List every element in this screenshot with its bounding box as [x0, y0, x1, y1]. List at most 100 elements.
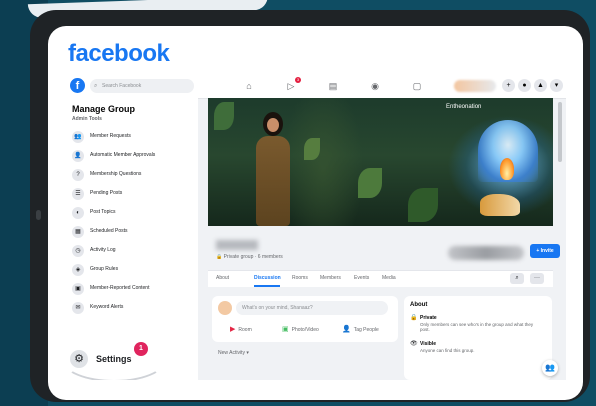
eye-icon: 👁 [410, 341, 418, 347]
sidebar-item-post-topics[interactable]: ◐ Post Topics [72, 206, 192, 220]
scheduled-posts-icon: ▦ [72, 226, 84, 238]
search-input[interactable]: ⌕ Search Facebook [90, 79, 194, 93]
cover-foliage [214, 102, 234, 130]
private-description: Only members can see who's in the group … [420, 322, 534, 332]
cover-person [248, 112, 298, 226]
cover-flame [500, 158, 514, 180]
sidebar-item-keyword-alerts[interactable]: ✉ Keyword Alerts [72, 301, 192, 315]
sidebar-item-label: Group Rules [90, 266, 119, 272]
tab-events[interactable]: Events [354, 275, 369, 281]
settings-button[interactable]: ⚙ Settings 1 [70, 342, 190, 372]
profile-button[interactable] [454, 80, 496, 92]
group-meta: 🔒 Private group · 6 members [216, 254, 283, 260]
keyword-alerts-icon: ✉ [72, 302, 84, 314]
sidebar-item-automatic-member-approvals[interactable]: 👤 Automatic Member Approvals [72, 149, 192, 163]
membership-questions-icon: ? [72, 169, 84, 181]
group-rules-icon: ◈ [72, 264, 84, 276]
sidebar-item-member-reported-content[interactable]: ▣ Member-Reported Content [72, 282, 192, 296]
gaming-icon[interactable]: ▢ [410, 79, 424, 93]
sidebar-item-label: Member-Reported Content [90, 285, 150, 291]
person-face [267, 118, 279, 132]
home-icon[interactable]: ⌂ [242, 79, 256, 93]
photo-video-label: Photo/Video [291, 327, 319, 333]
sidebar-item-label: Automatic Member Approvals [90, 152, 156, 158]
messenger-icon[interactable]: ● [518, 79, 531, 92]
post-composer: What's on your mind, Shanaaz? ▶ Room ▣ Pho… [212, 296, 398, 342]
gear-icon: ⚙ [70, 350, 88, 368]
search-group-icon[interactable]: ⌕ [510, 273, 524, 284]
tab-media[interactable]: Media [382, 275, 396, 281]
about-heading: About [410, 302, 428, 308]
sidebar-item-label: Scheduled Posts [90, 228, 128, 234]
sidebar-item-label: Pending Posts [90, 190, 123, 196]
facebook-home-icon[interactable]: f [70, 78, 85, 93]
post-topics-icon: ◐ [72, 207, 84, 219]
tag-people-icon: 👤 [342, 326, 351, 333]
active-tab-indicator [254, 285, 280, 287]
cover-foliage [408, 188, 438, 222]
facebook-logo: facebook [68, 40, 170, 67]
avatar [218, 301, 232, 315]
facebook-app: f ⌕ Search Facebook ⌂ ▷ 3 ▤ ◉ ▢ + ● ▲ ▾ M… [66, 74, 566, 380]
activity-log-icon: ◷ [72, 245, 84, 257]
search-placeholder: Search Facebook [102, 83, 142, 89]
cover-watermark: Entheonation [446, 104, 482, 110]
notification-badge: 3 [295, 77, 301, 83]
tablet-camera [36, 210, 41, 220]
invite-button[interactable]: + Invite [530, 244, 560, 258]
cover-tiger [480, 194, 520, 216]
sidebar-item-group-rules[interactable]: ◈ Group Rules [72, 263, 192, 277]
sidebar-item-scheduled-posts[interactable]: ▦ Scheduled Posts [72, 225, 192, 239]
about-card: About 🔒 Private Only members can see who… [404, 296, 552, 380]
tab-rooms[interactable]: Rooms [292, 275, 308, 281]
sidebar-item-label: Membership Questions [90, 171, 142, 177]
settings-badge: 1 [134, 342, 148, 356]
account-menu-icon[interactable]: ▾ [550, 79, 563, 92]
manage-group-sidebar: Manage Group Admin Tools 👥 Member Reques… [66, 98, 198, 380]
sidebar-item-activity-log[interactable]: ◷ Activity Log [72, 244, 192, 258]
room-button[interactable]: ▶ Room [230, 325, 252, 333]
sidebar-item-label: Member Requests [90, 133, 131, 139]
more-options-icon[interactable]: ··· [530, 273, 544, 284]
private-title: Private [420, 315, 437, 321]
reported-content-icon: ▣ [72, 283, 84, 295]
tag-people-button[interactable]: 👤 Tag People [342, 325, 379, 333]
composer-input[interactable]: What's on your mind, Shanaaz? [236, 301, 388, 315]
sidebar-item-pending-posts[interactable]: ☰ Pending Posts [72, 187, 192, 201]
visible-description: Anyone can find this group. [420, 348, 475, 353]
create-button[interactable]: + [502, 79, 515, 92]
photo-video-icon: ▣ [282, 326, 289, 333]
cover-foliage [358, 168, 382, 198]
room-icon: ▶ [230, 326, 236, 333]
group-tabs: About Discussion Rooms Members Events Me… [208, 270, 553, 287]
groups-icon[interactable]: ◉ [368, 79, 382, 93]
top-navigation: f ⌕ Search Facebook ⌂ ▷ 3 ▤ ◉ ▢ + ● ▲ ▾ [66, 74, 566, 99]
sidebar-item-membership-questions[interactable]: ? Membership Questions [72, 168, 192, 182]
cover-foliage [304, 138, 320, 160]
room-label: Room [238, 327, 252, 333]
new-message-icon[interactable]: 👥 [542, 360, 558, 376]
member-approvals-icon: 👤 [72, 150, 84, 162]
notifications-icon[interactable]: ▲ [534, 79, 547, 92]
person-body [256, 136, 290, 226]
member-avatars[interactable] [448, 246, 524, 260]
tablet-screen: facebook f ⌕ Search Facebook ⌂ ▷ 3 ▤ ◉ ▢ … [48, 26, 583, 400]
sidebar-subtitle: Admin Tools [72, 116, 102, 122]
member-requests-icon: 👥 [72, 131, 84, 143]
visible-title: Visible [420, 341, 437, 347]
new-activity-sort[interactable]: New Activity ▾ [218, 350, 249, 356]
group-name-blurred [216, 240, 258, 250]
sidebar-item-label: Keyword Alerts [90, 304, 124, 310]
tag-people-label: Tag People [353, 327, 379, 333]
marketplace-icon[interactable]: ▤ [326, 79, 340, 93]
sidebar-item-label: Post Topics [90, 209, 116, 215]
scrollbar[interactable] [558, 102, 562, 162]
tab-members[interactable]: Members [320, 275, 341, 281]
tab-discussion[interactable]: Discussion [254, 275, 281, 281]
sidebar-item-member-requests[interactable]: 👥 Member Requests [72, 130, 192, 144]
lock-icon: 🔒 [410, 315, 418, 321]
photo-video-button[interactable]: ▣ Photo/Video [282, 325, 319, 333]
watch-icon[interactable]: ▷ 3 [284, 77, 301, 93]
pending-posts-icon: ☰ [72, 188, 84, 200]
tab-about[interactable]: About [216, 275, 229, 281]
